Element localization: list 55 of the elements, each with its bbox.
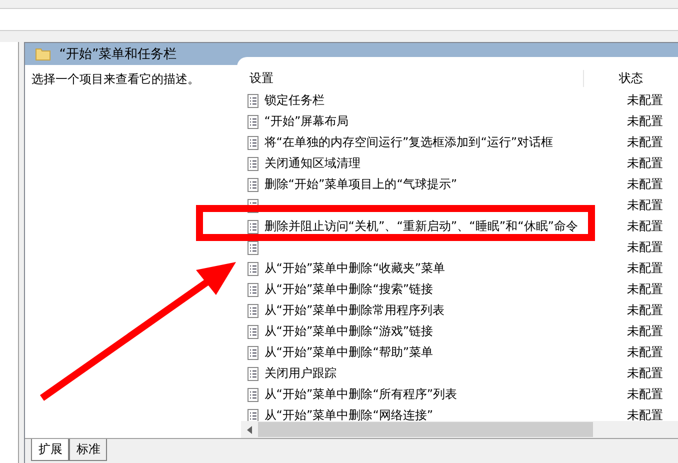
policy-icon (247, 324, 260, 338)
view-tab[interactable]: 标准 (69, 439, 108, 461)
setting-name[interactable]: “开始”屏幕布局 (264, 113, 349, 130)
description-text: 选择一个项目来查看它的描述。 (31, 72, 200, 86)
policy-icon (247, 304, 260, 318)
view-tab[interactable]: 扩展 (31, 439, 70, 461)
setting-state: 未配置 (626, 302, 663, 319)
policy-icon (247, 114, 260, 128)
setting-name[interactable]: 从“开始”菜单中删除“游戏”链接 (264, 323, 434, 340)
policy-icon (247, 220, 260, 234)
policy-icon (247, 156, 260, 170)
setting-name[interactable]: 删除并阻止访问“关机”、“重新启动”、“睡眠”和“休眠”命令 (264, 218, 578, 235)
policy-icon (247, 282, 260, 296)
policy-icon (247, 346, 260, 360)
setting-name[interactable]: 从“开始”菜单中删除“搜索”链接 (264, 281, 434, 298)
setting-name[interactable]: 从“开始”菜单中删除“帮助”菜单 (264, 344, 434, 361)
setting-state: 未配置 (626, 239, 663, 256)
column-header[interactable]: 状态 (584, 70, 678, 87)
setting-name[interactable]: 关闭通知区域清理 (264, 155, 360, 172)
setting-state: 未配置 (626, 197, 663, 214)
column-header[interactable]: 设置 (237, 70, 584, 87)
scroll-left-icon[interactable] (247, 426, 252, 434)
setting-name[interactable]: 删除“开始”菜单项目上的“气球提示” (264, 176, 458, 193)
policy-icon (247, 94, 260, 108)
policy-icon (247, 388, 260, 402)
setting-state: 未配置 (626, 134, 663, 151)
setting-state: 未配置 (626, 113, 663, 130)
setting-state: 未配置 (626, 218, 663, 235)
setting-state: 未配置 (626, 260, 663, 277)
setting-name[interactable]: 将“在单独的内存空间运行”复选框添加到“运行”对话框 (264, 134, 554, 151)
policy-icon (247, 408, 260, 421)
setting-name[interactable]: 从“开始”菜单中删除“收藏夹”菜单 (264, 260, 446, 277)
scroll-thumb[interactable] (258, 422, 594, 437)
panel-title: “开始”菜单和任务栏 (59, 46, 177, 63)
setting-name[interactable]: 从“开始”菜单中删除“网络连接” (264, 407, 434, 421)
setting-state: 未配置 (626, 176, 663, 193)
folder-icon (35, 47, 52, 61)
setting-state: 未配置 (626, 155, 663, 172)
policy-icon (247, 136, 260, 150)
setting-name[interactable]: 锁定任务栏 (264, 92, 324, 109)
setting-name[interactable]: 关闭用户跟踪 (264, 365, 336, 382)
setting-state: 未配置 (626, 386, 663, 403)
setting-name[interactable]: 从“开始”菜单中删除“所有程序”列表 (264, 386, 458, 403)
policy-icon (247, 178, 260, 192)
setting-state: 未配置 (626, 344, 663, 361)
setting-state: 未配置 (626, 281, 663, 298)
policy-icon (247, 240, 260, 254)
setting-state: 未配置 (626, 92, 663, 109)
setting-state: 未配置 (626, 323, 663, 340)
policy-icon (247, 262, 260, 276)
setting-name[interactable]: 从“开始”菜单中删除常用程序列表 (264, 302, 445, 319)
setting-state: 未配置 (626, 407, 663, 421)
horizontal-scrollbar[interactable] (241, 421, 678, 438)
setting-state: 未配置 (626, 365, 663, 382)
policy-icon (247, 366, 260, 380)
